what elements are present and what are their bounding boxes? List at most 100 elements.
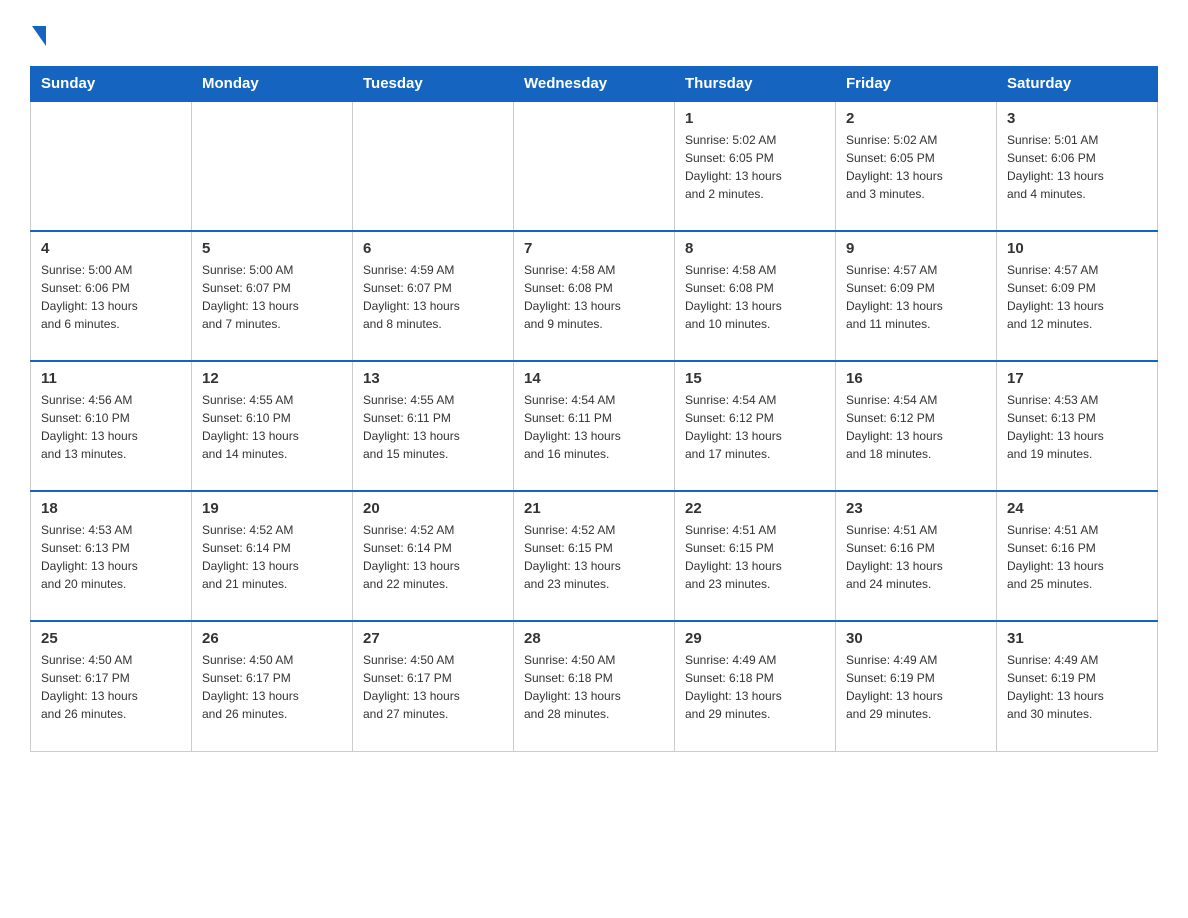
day-number: 6: [363, 240, 503, 257]
calendar-cell: 7 Sunrise: 4:58 AMSunset: 6:08 PMDaylight…: [514, 231, 675, 361]
day-number: 8: [685, 240, 825, 257]
calendar-cell: 15 Sunrise: 4:54 AMSunset: 6:12 PMDayligh…: [675, 361, 836, 491]
calendar-cell: 22 Sunrise: 4:51 AMSunset: 6:15 PMDayligh…: [675, 491, 836, 621]
day-info: Sunrise: 4:50 AMSunset: 6:18 PMDaylight:…: [524, 651, 664, 723]
day-number: 16: [846, 370, 986, 387]
calendar-body: 1 Sunrise: 5:02 AMSunset: 6:05 PMDaylight…: [31, 101, 1158, 751]
day-info: Sunrise: 4:57 AMSunset: 6:09 PMDaylight:…: [846, 261, 986, 333]
calendar-cell: 16 Sunrise: 4:54 AMSunset: 6:12 PMDayligh…: [836, 361, 997, 491]
calendar-cell: 29 Sunrise: 4:49 AMSunset: 6:18 PMDayligh…: [675, 621, 836, 751]
day-number: 18: [41, 500, 181, 517]
calendar-week-1: 1 Sunrise: 5:02 AMSunset: 6:05 PMDaylight…: [31, 101, 1158, 231]
calendar-cell: 12 Sunrise: 4:55 AMSunset: 6:10 PMDayligh…: [192, 361, 353, 491]
day-header-tuesday: Tuesday: [353, 67, 514, 102]
day-number: 29: [685, 630, 825, 647]
calendar-week-3: 11 Sunrise: 4:56 AMSunset: 6:10 PMDayligh…: [31, 361, 1158, 491]
day-header-friday: Friday: [836, 67, 997, 102]
day-info: Sunrise: 4:50 AMSunset: 6:17 PMDaylight:…: [202, 651, 342, 723]
day-info: Sunrise: 5:01 AMSunset: 6:06 PMDaylight:…: [1007, 131, 1147, 203]
logo-triangle-icon: [32, 26, 46, 46]
day-number: 26: [202, 630, 342, 647]
calendar-header: SundayMondayTuesdayWednesdayThursdayFrid…: [31, 67, 1158, 102]
day-info: Sunrise: 4:55 AMSunset: 6:11 PMDaylight:…: [363, 391, 503, 463]
calendar-cell: 1 Sunrise: 5:02 AMSunset: 6:05 PMDaylight…: [675, 101, 836, 231]
day-number: 5: [202, 240, 342, 257]
day-number: 10: [1007, 240, 1147, 257]
day-number: 25: [41, 630, 181, 647]
day-info: Sunrise: 4:51 AMSunset: 6:15 PMDaylight:…: [685, 521, 825, 593]
day-info: Sunrise: 5:00 AMSunset: 6:07 PMDaylight:…: [202, 261, 342, 333]
day-info: Sunrise: 4:58 AMSunset: 6:08 PMDaylight:…: [685, 261, 825, 333]
day-number: 28: [524, 630, 664, 647]
day-info: Sunrise: 5:02 AMSunset: 6:05 PMDaylight:…: [685, 131, 825, 203]
calendar-cell: 30 Sunrise: 4:49 AMSunset: 6:19 PMDayligh…: [836, 621, 997, 751]
day-number: 19: [202, 500, 342, 517]
logo: [30, 20, 46, 46]
calendar-cell: 10 Sunrise: 4:57 AMSunset: 6:09 PMDayligh…: [997, 231, 1158, 361]
day-info: Sunrise: 4:54 AMSunset: 6:12 PMDaylight:…: [846, 391, 986, 463]
calendar-cell: [31, 101, 192, 231]
day-number: 3: [1007, 110, 1147, 127]
day-number: 12: [202, 370, 342, 387]
day-info: Sunrise: 4:55 AMSunset: 6:10 PMDaylight:…: [202, 391, 342, 463]
day-info: Sunrise: 4:49 AMSunset: 6:18 PMDaylight:…: [685, 651, 825, 723]
day-info: Sunrise: 4:58 AMSunset: 6:08 PMDaylight:…: [524, 261, 664, 333]
day-number: 30: [846, 630, 986, 647]
calendar-cell: 11 Sunrise: 4:56 AMSunset: 6:10 PMDayligh…: [31, 361, 192, 491]
calendar-cell: 5 Sunrise: 5:00 AMSunset: 6:07 PMDaylight…: [192, 231, 353, 361]
day-number: 9: [846, 240, 986, 257]
day-info: Sunrise: 4:57 AMSunset: 6:09 PMDaylight:…: [1007, 261, 1147, 333]
day-number: 7: [524, 240, 664, 257]
day-number: 15: [685, 370, 825, 387]
calendar-cell: [192, 101, 353, 231]
calendar-cell: [353, 101, 514, 231]
page-header: [30, 20, 1158, 46]
calendar-cell: 21 Sunrise: 4:52 AMSunset: 6:15 PMDayligh…: [514, 491, 675, 621]
calendar-cell: 28 Sunrise: 4:50 AMSunset: 6:18 PMDayligh…: [514, 621, 675, 751]
day-number: 31: [1007, 630, 1147, 647]
calendar-cell: 25 Sunrise: 4:50 AMSunset: 6:17 PMDayligh…: [31, 621, 192, 751]
day-info: Sunrise: 4:52 AMSunset: 6:14 PMDaylight:…: [202, 521, 342, 593]
day-info: Sunrise: 4:54 AMSunset: 6:12 PMDaylight:…: [685, 391, 825, 463]
day-number: 11: [41, 370, 181, 387]
calendar-week-5: 25 Sunrise: 4:50 AMSunset: 6:17 PMDayligh…: [31, 621, 1158, 751]
calendar-cell: 9 Sunrise: 4:57 AMSunset: 6:09 PMDaylight…: [836, 231, 997, 361]
day-info: Sunrise: 4:49 AMSunset: 6:19 PMDaylight:…: [1007, 651, 1147, 723]
day-info: Sunrise: 4:49 AMSunset: 6:19 PMDaylight:…: [846, 651, 986, 723]
day-info: Sunrise: 4:51 AMSunset: 6:16 PMDaylight:…: [1007, 521, 1147, 593]
calendar-cell: 23 Sunrise: 4:51 AMSunset: 6:16 PMDayligh…: [836, 491, 997, 621]
calendar-cell: 27Sunrise: 4:50 AMSunset: 6:17 PMDayligh…: [353, 621, 514, 751]
calendar-table: SundayMondayTuesdayWednesdayThursdayFrid…: [30, 66, 1158, 752]
day-number: 20: [363, 500, 503, 517]
day-info: Sunrise: 4:56 AMSunset: 6:10 PMDaylight:…: [41, 391, 181, 463]
day-number: 22: [685, 500, 825, 517]
calendar-cell: 13 Sunrise: 4:55 AMSunset: 6:11 PMDayligh…: [353, 361, 514, 491]
calendar-cell: 8 Sunrise: 4:58 AMSunset: 6:08 PMDaylight…: [675, 231, 836, 361]
day-header-thursday: Thursday: [675, 67, 836, 102]
calendar-cell: 26 Sunrise: 4:50 AMSunset: 6:17 PMDayligh…: [192, 621, 353, 751]
calendar-cell: 14Sunrise: 4:54 AMSunset: 6:11 PMDayligh…: [514, 361, 675, 491]
calendar-cell: 18 Sunrise: 4:53 AMSunset: 6:13 PMDayligh…: [31, 491, 192, 621]
day-info: Sunrise: 4:51 AMSunset: 6:16 PMDaylight:…: [846, 521, 986, 593]
calendar-cell: 19 Sunrise: 4:52 AMSunset: 6:14 PMDayligh…: [192, 491, 353, 621]
day-info: Sunrise: 4:52 AMSunset: 6:15 PMDaylight:…: [524, 521, 664, 593]
day-header-saturday: Saturday: [997, 67, 1158, 102]
calendar-cell: 31 Sunrise: 4:49 AMSunset: 6:19 PMDayligh…: [997, 621, 1158, 751]
day-info: Sunrise: 5:00 AMSunset: 6:06 PMDaylight:…: [41, 261, 181, 333]
calendar-cell: 20 Sunrise: 4:52 AMSunset: 6:14 PMDayligh…: [353, 491, 514, 621]
calendar-cell: [514, 101, 675, 231]
day-number: 23: [846, 500, 986, 517]
calendar-cell: 4Sunrise: 5:00 AMSunset: 6:06 PMDaylight…: [31, 231, 192, 361]
day-number: 21: [524, 500, 664, 517]
day-number: 17: [1007, 370, 1147, 387]
calendar-week-2: 4Sunrise: 5:00 AMSunset: 6:06 PMDaylight…: [31, 231, 1158, 361]
day-number: 1: [685, 110, 825, 127]
day-info: Sunrise: 4:50 AMSunset: 6:17 PMDaylight:…: [41, 651, 181, 723]
day-info: Sunrise: 4:52 AMSunset: 6:14 PMDaylight:…: [363, 521, 503, 593]
calendar-cell: 6Sunrise: 4:59 AMSunset: 6:07 PMDaylight…: [353, 231, 514, 361]
day-info: Sunrise: 5:02 AMSunset: 6:05 PMDaylight:…: [846, 131, 986, 203]
day-number: 2: [846, 110, 986, 127]
day-header-monday: Monday: [192, 67, 353, 102]
day-info: Sunrise: 4:53 AMSunset: 6:13 PMDaylight:…: [41, 521, 181, 593]
day-number: 13: [363, 370, 503, 387]
